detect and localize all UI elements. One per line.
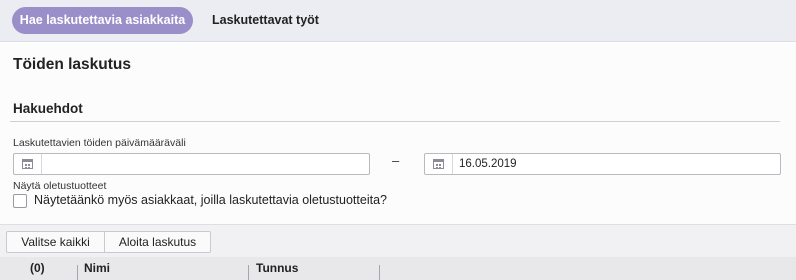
- column-header-id[interactable]: Tunnus: [256, 261, 298, 275]
- default-products-label: Näytä oletustuotteet: [13, 180, 107, 192]
- top-navigation: Hae laskutettavia asiakkaita Laskutettav…: [0, 0, 796, 42]
- end-date-field[interactable]: 16.05.2019: [424, 153, 781, 175]
- tab-search-customers[interactable]: Hae laskutettavia asiakkaita: [12, 7, 193, 34]
- select-all-button[interactable]: Valitse kaikki: [6, 231, 105, 253]
- default-products-checkbox-label[interactable]: Näytetäänkö myös asiakkaat, joilla lasku…: [34, 193, 387, 207]
- section-divider: [10, 121, 780, 122]
- column-divider: [248, 265, 249, 280]
- action-toolbar: Valitse kaikki Aloita laskutus: [0, 224, 796, 257]
- column-header-count[interactable]: (0): [30, 261, 45, 275]
- column-header-name[interactable]: Nimi: [84, 261, 110, 275]
- calendar-icon[interactable]: [14, 154, 42, 174]
- default-products-checkbox[interactable]: [13, 194, 27, 208]
- tab-billable-work[interactable]: Laskutettavat työt: [212, 7, 319, 34]
- calendar-icon[interactable]: [425, 154, 453, 174]
- date-range-separator: –: [392, 153, 400, 168]
- column-divider: [77, 265, 78, 280]
- column-divider: [379, 265, 380, 280]
- start-date-field[interactable]: [13, 153, 370, 175]
- table-header: (0) Nimi Tunnus: [0, 257, 796, 280]
- page-title: Töiden laskutus: [13, 56, 131, 73]
- main-content: Töiden laskutus Hakuehdot Laskutettavien…: [0, 43, 796, 224]
- start-billing-button[interactable]: Aloita laskutus: [104, 231, 211, 253]
- section-title: Hakuehdot: [13, 101, 83, 116]
- end-date-value: 16.05.2019: [459, 158, 517, 170]
- date-range-label: Laskutettavien töiden päivämääräväli: [13, 137, 186, 149]
